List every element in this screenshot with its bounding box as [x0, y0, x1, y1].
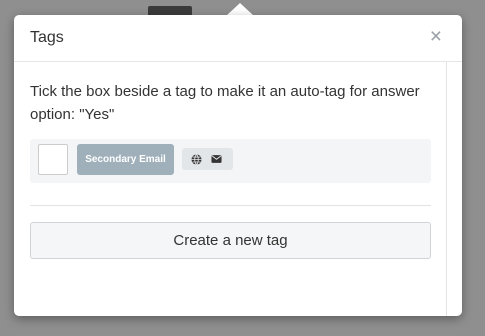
envelope-icon — [211, 155, 222, 163]
tag-checkbox[interactable] — [38, 144, 68, 175]
tag-scope-icons — [182, 148, 233, 170]
dialog-header: Tags × — [14, 15, 462, 62]
divider — [30, 205, 431, 206]
instructions-text: Tick the box beside a tag to make it an … — [30, 83, 420, 123]
dialog-body: Tick the box beside a tag to make it an … — [30, 62, 431, 259]
create-tag-button[interactable]: Create a new tag — [30, 222, 431, 259]
tag-label[interactable]: Secondary Email — [77, 144, 174, 175]
tags-dialog: Tags × Tick the box beside a tag to make… — [14, 15, 462, 316]
close-icon[interactable]: × — [430, 26, 442, 47]
dialog-title: Tags — [30, 29, 64, 46]
scrollbar[interactable] — [446, 62, 447, 316]
tag-row: Secondary Email — [30, 139, 431, 183]
globe-icon — [191, 154, 202, 165]
